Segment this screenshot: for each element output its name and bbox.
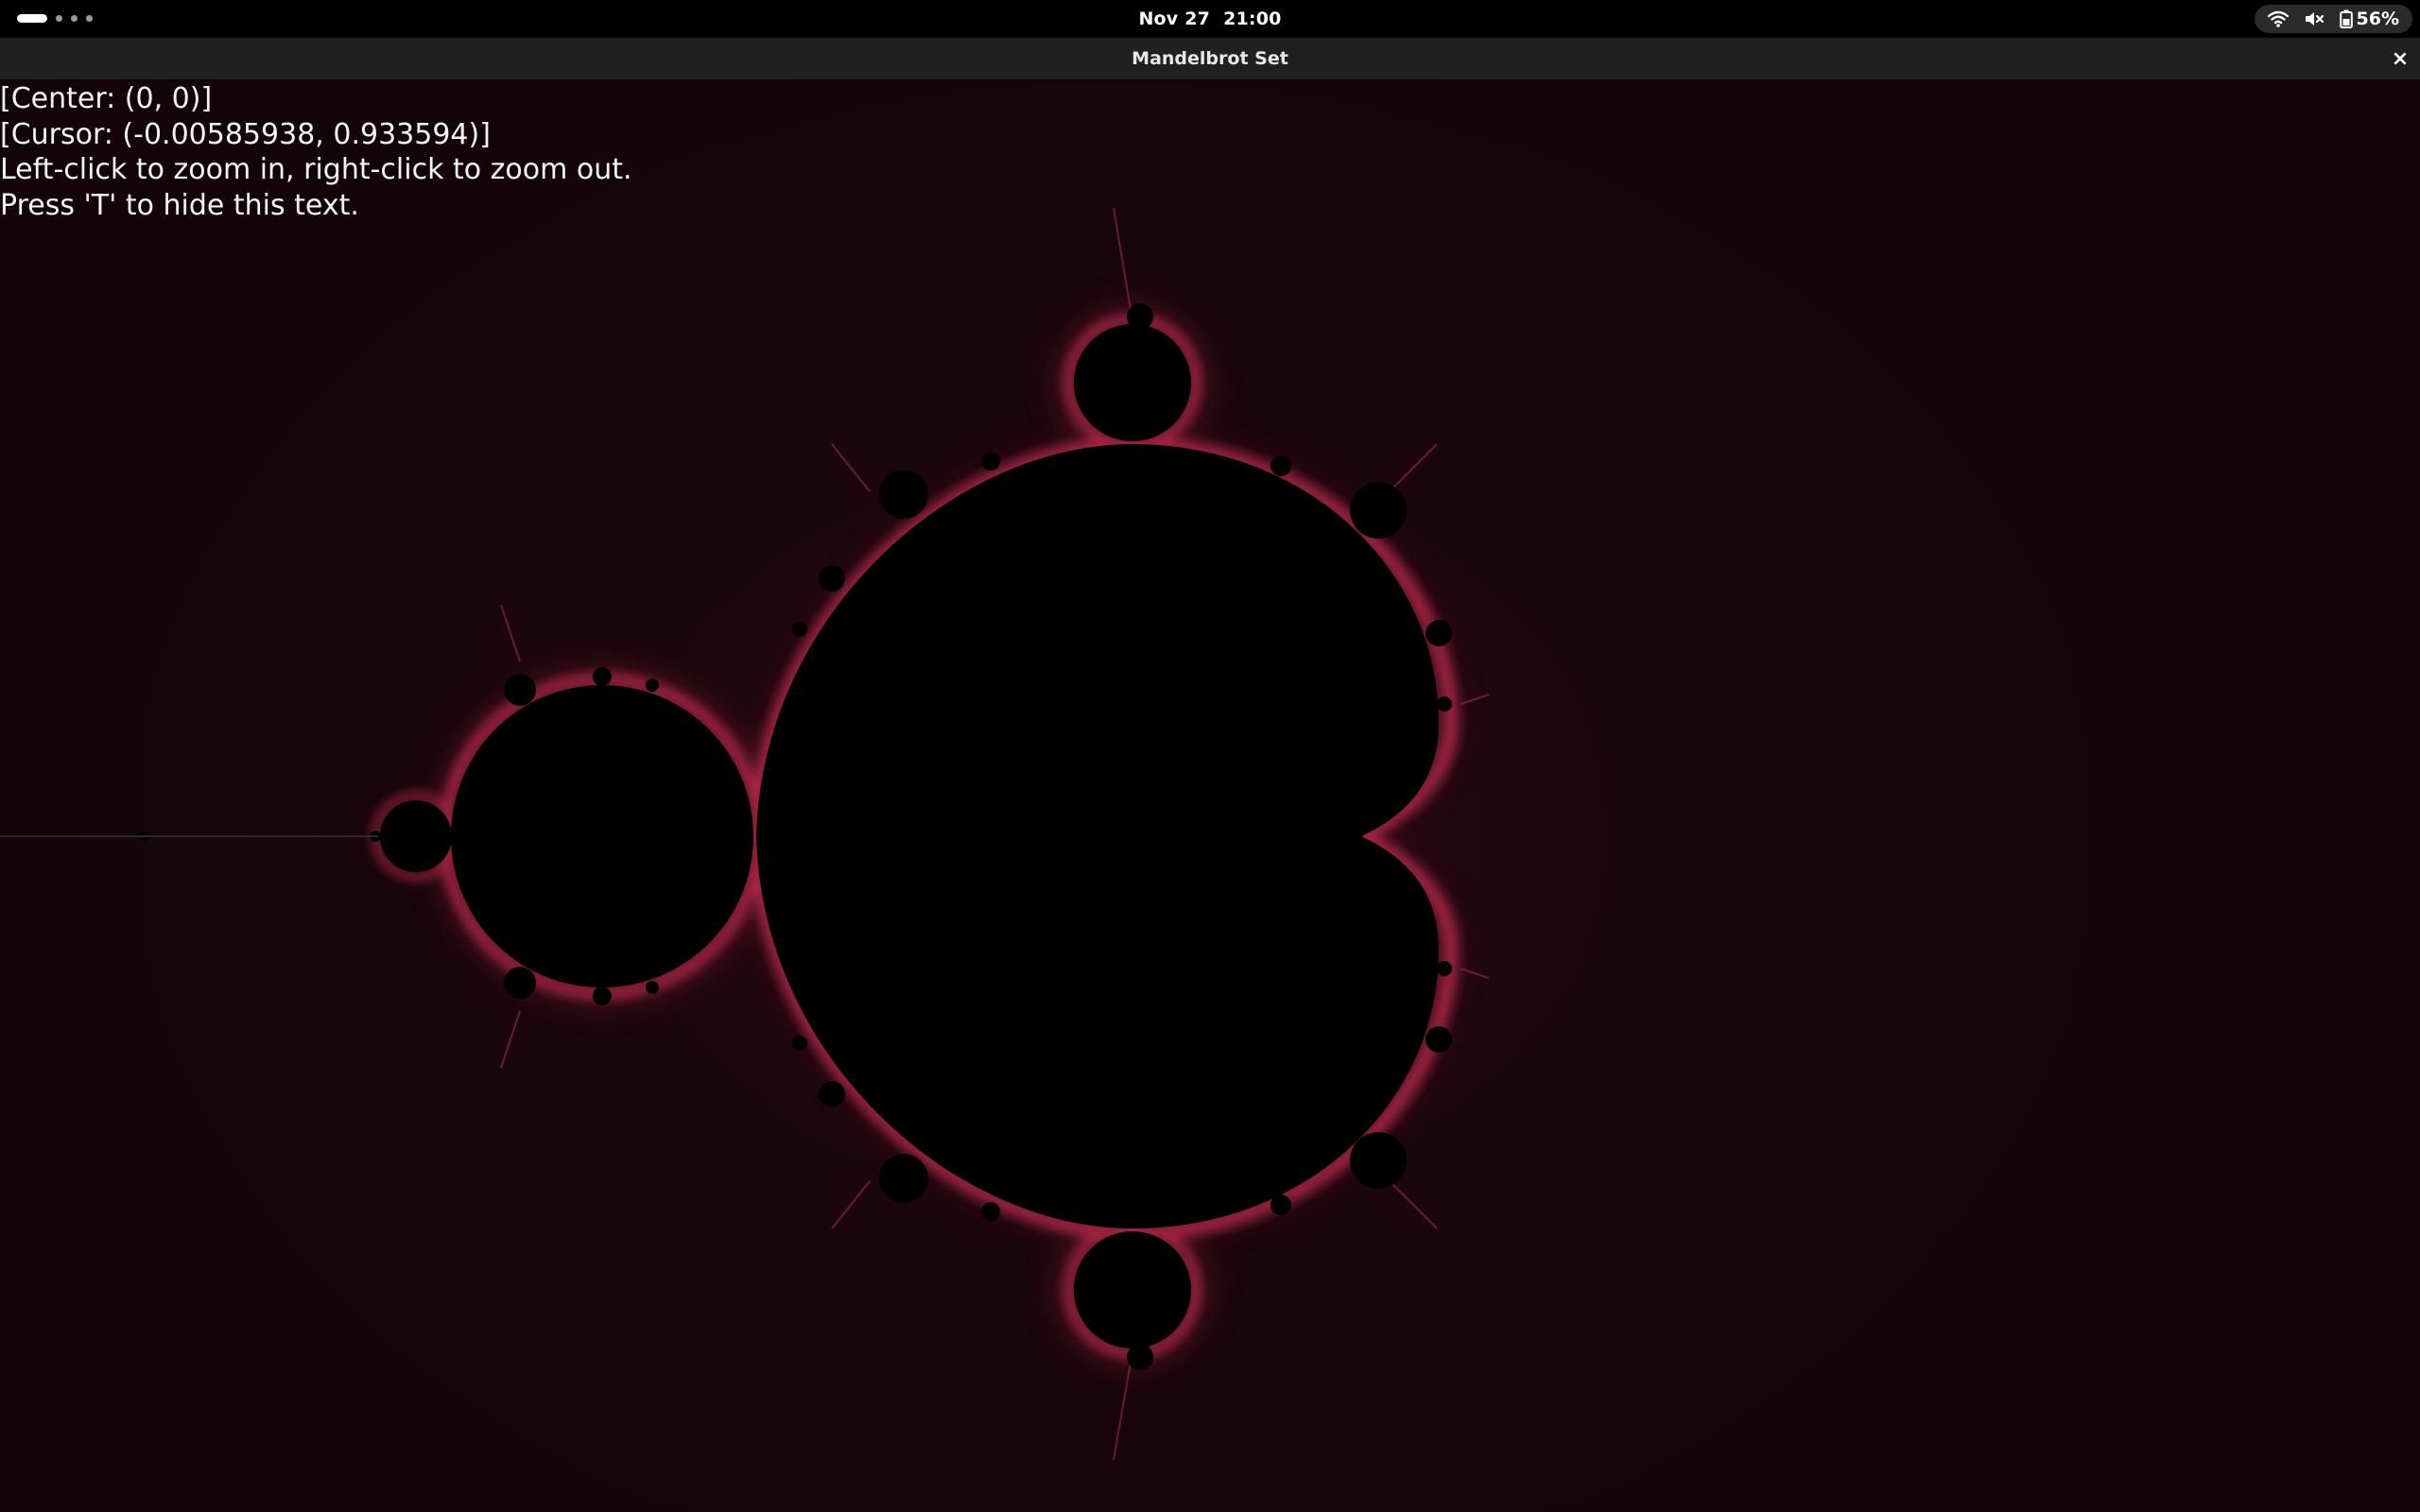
volume-muted-icon: [2304, 10, 2325, 27]
hide-text-instructions: Press 'T' to hide this text.: [0, 188, 359, 222]
close-button[interactable]: ×: [2388, 46, 2412, 71]
clock-time[interactable]: 21:00: [1223, 9, 1281, 29]
clock-date[interactable]: Nov 27: [1138, 9, 1210, 29]
wifi-icon: [2267, 10, 2289, 27]
system-tray[interactable]: 56%: [2254, 5, 2412, 33]
mandelbrot-render: [0, 207, 1490, 1461]
window-title: Mandelbrot Set: [1132, 48, 1288, 69]
workspace-active-pill[interactable]: [17, 14, 47, 23]
info-overlay: [Center: (0, 0)] [Cursor: (-0.00585938, …: [0, 79, 632, 223]
close-icon: ×: [2391, 46, 2410, 71]
workspace-dot[interactable]: [71, 15, 78, 22]
battery-percent: 56%: [2356, 9, 2399, 29]
workspace-indicator[interactable]: [17, 14, 93, 23]
workspace-dot[interactable]: [56, 15, 62, 22]
zoom-instructions: Left-click to zoom in, right-click to zo…: [0, 153, 632, 186]
battery-icon: [2339, 9, 2353, 28]
cursor-readout: [Cursor: (-0.00585938, 0.933594)]: [0, 117, 491, 151]
clock: Nov 27 21:00: [0, 0, 2420, 38]
battery-indicator: 56%: [2339, 9, 2399, 29]
window-title-bar[interactable]: Mandelbrot Set ×: [0, 38, 2420, 79]
workspace-dot[interactable]: [86, 15, 93, 22]
fractal-canvas[interactable]: [0, 79, 2420, 1512]
system-top-bar: Nov 27 21:00 56%: [0, 0, 2420, 38]
center-readout: [Center: (0, 0)]: [0, 82, 213, 115]
